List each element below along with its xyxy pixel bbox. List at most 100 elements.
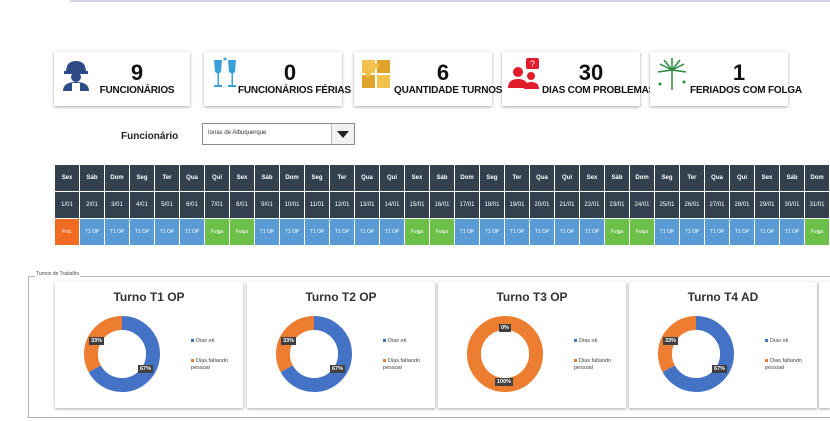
card-label: DIAS COM PROBLEMAS — [542, 85, 656, 96]
date-header: 20/01 — [530, 192, 554, 218]
weekday-header: Qui — [205, 165, 229, 191]
shift-cell: T1 OP — [755, 219, 779, 245]
legend-label: Dias faltando pessoal — [191, 358, 229, 371]
legend-item-missing: Dias faltando pessoal — [765, 358, 811, 372]
funcionario-dropdown[interactable]: Ionas de Albuquerque — [202, 123, 355, 145]
date-header: 26/01 — [680, 192, 704, 218]
date-header: 18/01 — [480, 192, 504, 218]
shift-cell: Folga — [405, 219, 429, 245]
weekday-header: Ter — [680, 165, 704, 191]
date-header: 3/01 — [105, 192, 129, 218]
card-feriados-folga: 1 FERIADOS COM FOLGA — [650, 52, 802, 106]
legend-item-ok: Dias ok — [383, 338, 406, 345]
weekday-header: Seg — [305, 165, 329, 191]
shift-cell: T1 OP — [130, 219, 154, 245]
turno-title: Turno T4 AD — [687, 290, 759, 304]
turno-card-partial — [819, 282, 830, 408]
date-header: 19/01 — [505, 192, 529, 218]
card-label: FUNCIONÁRIOS — [99, 85, 175, 96]
card-number: 30 — [578, 60, 604, 85]
card-label: FERIADOS COM FOLGA — [690, 85, 802, 96]
shift-cell: T1 OP — [730, 219, 754, 245]
card-number: 1 — [732, 60, 746, 85]
date-header: 27/01 — [705, 192, 729, 218]
weekday-header: Qua — [355, 165, 379, 191]
legend-label: Dias ok — [579, 338, 598, 344]
shift-cell: T1 OP — [80, 219, 104, 245]
date-header: 16/01 — [430, 192, 454, 218]
date-header: 14/01 — [380, 192, 404, 218]
weekday-header: Dom — [105, 165, 129, 191]
legend-label: Dias ok — [770, 338, 789, 344]
weekday-header: Qui — [730, 165, 754, 191]
legend-swatch — [574, 339, 577, 343]
shift-cell: T1 OP — [655, 219, 679, 245]
funcionario-selected-value: Ionas de Albuquerque — [208, 130, 267, 136]
date-header: 4/01 — [130, 192, 154, 218]
date-header: 21/01 — [555, 192, 579, 218]
donut-label-ok: 67% — [330, 365, 346, 373]
shift-cell: T1 OP — [680, 219, 704, 245]
date-header: 11/01 — [305, 192, 329, 218]
weekday-header: Sex — [230, 165, 254, 191]
card-funcionarios-ferias: 0 FUNCIONÁRIOS FÉRIAS — [204, 52, 351, 106]
shift-cell: Folga — [630, 219, 654, 245]
weekday-header: Ter — [155, 165, 179, 191]
date-header: 2/01 — [80, 192, 104, 218]
legend-item-missing: Dias faltando pessoal — [383, 358, 429, 372]
shift-cell: T1 OP — [380, 219, 404, 245]
weekday-header: Ter — [505, 165, 529, 191]
funcionario-label: Funcionário — [121, 131, 179, 142]
top-divider — [70, 0, 830, 2]
date-header: 9/01 — [255, 192, 279, 218]
shift-cell: T1 OP — [155, 219, 179, 245]
turno-title: Turno T2 OP — [305, 290, 377, 304]
weekday-header: Qua — [705, 165, 729, 191]
card-funcionarios: 9 FUNCIONÁRIOS — [54, 52, 190, 106]
legend-label: Dias ok — [388, 338, 407, 344]
legend-swatch — [191, 339, 194, 343]
weekday-header: Sex — [580, 165, 604, 191]
shift-calendar: Sex Sáb Dom Seg Ter Qua Qui Sex Sáb Dom Seg Ter Qua Q… — [55, 165, 829, 245]
legend-label: Dias ok — [196, 338, 215, 344]
legend-item-ok: Dias ok — [574, 338, 597, 345]
date-header: 5/01 — [155, 192, 179, 218]
shift-cell: T1 OP — [555, 219, 579, 245]
legend-swatch — [574, 359, 577, 363]
weekday-header: Sáb — [780, 165, 804, 191]
donut-label-ok: 67% — [712, 365, 728, 373]
shift-cell: Folga — [205, 219, 229, 245]
date-header: 17/01 — [455, 192, 479, 218]
turno-card: Turno T1 OP 33% 67% Dias ok Dias faltando pe… — [55, 282, 243, 408]
card-number: 0 — [283, 60, 297, 85]
card-number: 9 — [130, 60, 144, 85]
shift-cell: T1 OP — [580, 219, 604, 245]
donut-label-missing: 33% — [281, 337, 297, 345]
donut-label-missing: 33% — [89, 337, 105, 345]
weekday-header: Seg — [130, 165, 154, 191]
shift-cell: T1 OP — [455, 219, 479, 245]
shift-cell: T1 OP — [255, 219, 279, 245]
weekday-header: Dom — [280, 165, 304, 191]
weekday-header: Qui — [380, 165, 404, 191]
date-header: 8/01 — [230, 192, 254, 218]
chevron-down-icon[interactable] — [331, 124, 354, 144]
legend-swatch — [765, 339, 768, 343]
legend-label: Dias faltando pessoal — [383, 358, 421, 371]
shift-cell: T1 OP — [780, 219, 804, 245]
date-header: 25/01 — [655, 192, 679, 218]
date-header: 24/01 — [630, 192, 654, 218]
card-dias-problemas: ? 30 DIAS COM PROBLEMAS — [502, 52, 656, 106]
donut-chart — [658, 316, 734, 392]
turno-card: Turno T4 AD 33% 67% Dias ok Dias faltando pe… — [629, 282, 817, 408]
legend-item-missing: Dias faltando pessoal — [191, 358, 237, 372]
shift-cell: T1 OP — [180, 219, 204, 245]
donut-chart — [84, 316, 160, 392]
weekday-header: Sáb — [430, 165, 454, 191]
donut-label-missing: 33% — [663, 337, 679, 345]
legend-swatch — [383, 359, 386, 363]
date-header: 30/01 — [780, 192, 804, 218]
card-number: 6 — [436, 60, 450, 85]
weekday-header: Sex — [755, 165, 779, 191]
weekday-header: Qui — [555, 165, 579, 191]
